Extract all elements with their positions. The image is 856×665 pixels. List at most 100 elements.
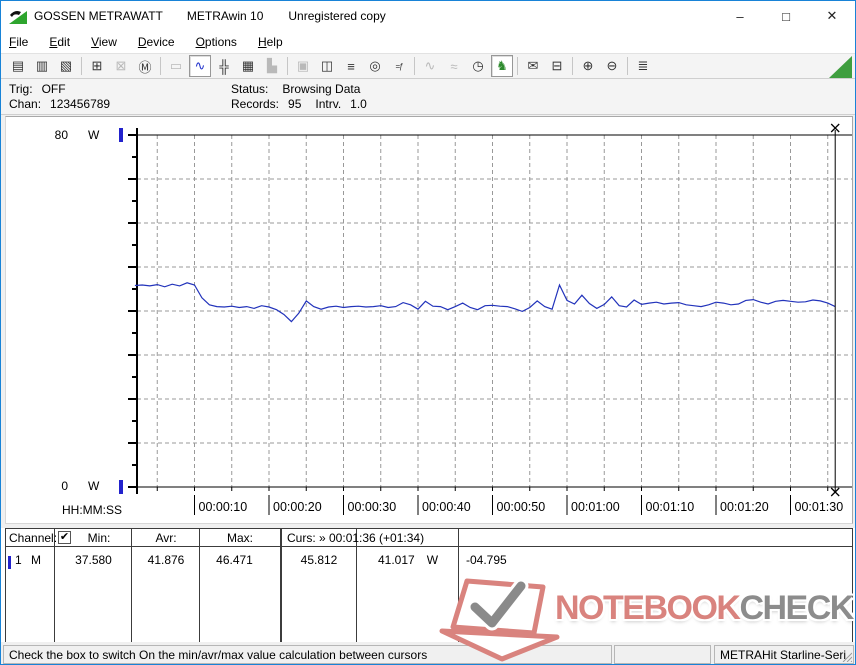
records-label: Records: [231,97,280,111]
trig-value: OFF [41,82,66,96]
save-file-icon[interactable]: ▥ [31,55,53,77]
statusbar-device-name: METRAHit Starline-Seri [720,648,847,662]
title-app: METRAwin 10 [186,9,264,23]
toolbar-corner-triangle [829,56,852,78]
table-col-divider [54,528,55,642]
status-left-column: Trig: OFF Chan: 123456789 [9,82,110,112]
table-border-top [5,528,853,529]
y-axis-bottom-marker [119,480,123,494]
series-channel-1-power [134,282,836,323]
svg-text:00:01:20: 00:01:20 [720,500,769,514]
formula-icon[interactable]: =ƒ [388,55,410,77]
read-device-icon[interactable]: ⊞ [86,55,108,77]
metrawin-window: GOSSEN METRAWATT METRAwin 10 Unregistere… [0,0,856,665]
status-bar: Check the box to switch On the min/avr/m… [1,644,855,664]
svg-text:00:00:20: 00:00:20 [273,500,322,514]
interval-value: 1.0 [350,97,367,111]
header-avr: Avr: [155,531,177,545]
interval-label: Intrv. [315,97,342,111]
close-button[interactable]: ✕ [809,1,855,31]
row-cursor2-value: 41.017 [377,553,415,567]
y-axis-min-label: 0 [61,479,68,493]
toolbar-separator [287,57,288,75]
chan-label: Chan: [9,97,42,111]
channel-config-icon[interactable]: ≡ [340,55,362,77]
tooltip-icon[interactable]: ≣ [632,55,654,77]
app-icon-swoosh [10,10,21,17]
timer-read-icon[interactable]: ◷ [467,55,489,77]
toolbar-separator [517,57,518,75]
row-avr-value: 41.876 [147,553,185,567]
statusbar-message: Check the box to switch On the min/avr/m… [3,645,612,664]
trig-label: Trig: [9,82,33,96]
minimize-button[interactable]: – [717,1,763,31]
table-col-divider [199,528,200,642]
y-axis-unit-top: W [88,128,100,142]
menu-help[interactable]: Help [258,35,283,49]
row-delta-value: -04.795 [466,553,507,567]
title-license: Unregistered copy [288,9,386,23]
header-max: Max: [226,531,253,545]
menu-bar: File Edit View Device Options Help [1,31,855,53]
y-axis-max-label: 80 [54,128,68,142]
menu-edit[interactable]: Edit [49,35,70,49]
y-axis-unit-bottom: W [88,479,100,493]
chan-value: 123456789 [50,97,111,111]
svg-text:00:01:30: 00:01:30 [795,500,844,514]
svg-text:00:00:30: 00:00:30 [348,500,397,514]
live-view-icon[interactable]: ◎ [364,55,386,77]
app-icon [9,10,27,24]
wave-dense-icon: ≈ [450,58,458,74]
zoom-in-icon[interactable]: ⊕ [577,55,599,77]
copy-view-icon: ▣ [296,58,310,73]
numeric-view-icon: ▭ [169,58,183,73]
menu-view[interactable]: View [91,35,117,49]
store-data-icon[interactable]: ▤ [7,55,29,77]
svg-text:00:00:10: 00:00:10 [199,500,248,514]
clear-device-icon: ⊠ [115,58,127,73]
row-cursor2-cell: 41.017 W [358,553,458,567]
toolbar: ▤ ▥ ▧ ⊞ ⊠ Ⓜ ▭ ∿ ╬ ▦ ▙ ▣ ◫ ≡ ◎ =ƒ ∿ ≈ ◷ ♞ ✉ ⊟ ⊕ ⊖ ≣ [1,53,855,79]
row-max-value: 46.471 [216,553,253,567]
toolbar-separator [160,57,161,75]
results-table: Channel: ✔ Min: Avr: Max: Curs: » 00:01:… [1,528,855,642]
menu-device[interactable]: Device [138,35,175,49]
curve-view-icon[interactable]: ∿ [189,55,211,77]
read-memory-icon[interactable]: Ⓜ [134,55,156,77]
records-value: 95 [288,97,302,111]
table-header-divider [5,546,853,547]
power-chart: 00:00:10 00:00:20 00:00:30 00:00:40 00:00:50… [119,123,852,515]
online-mode-icon[interactable]: ♞ [491,55,513,77]
maximize-button[interactable]: □ [763,1,809,31]
table-col-divider [131,528,132,642]
bar-view-icon: ▙ [267,58,277,73]
row-cursor2-unit: W [426,553,439,567]
toolbar-separator [81,57,82,75]
window-controls: – □ ✕ [717,1,855,31]
header-cursor: Curs: » 00:01:36 (+01:34) [287,531,425,545]
menu-options[interactable]: Options [196,35,237,49]
wave-single-icon: ∿ [424,58,436,73]
print-report-icon[interactable]: ✉ [522,55,544,77]
cursor-view-icon[interactable]: ╬ [213,55,235,77]
open-file-icon[interactable]: ▧ [55,55,77,77]
row-cursor1-value: 45.812 [300,553,338,567]
row-min-value: 37.580 [75,553,112,567]
row-channel-mode: M [31,553,41,567]
resize-grip-icon[interactable] [840,650,852,662]
zoom-out-icon[interactable]: ⊖ [601,55,623,77]
title-brand: GOSSEN METRAWATT [34,9,163,23]
channel-color-marker [8,556,11,569]
table-col-divider [458,528,459,642]
statusbar-empty-panel [614,645,711,664]
pc-store-icon[interactable]: ◫ [316,55,338,77]
status-value: Browsing Data [282,82,361,96]
svg-text:00:01:00: 00:01:00 [571,500,620,514]
toolbar-separator [414,57,415,75]
row-channel-number: 1 [15,553,22,567]
menu-file[interactable]: File [9,35,28,49]
table-view-icon[interactable]: ▦ [237,55,259,77]
print-icon[interactable]: ⊟ [546,55,568,77]
header-min: Min: [87,531,111,545]
table-col-divider-thick [280,528,282,642]
